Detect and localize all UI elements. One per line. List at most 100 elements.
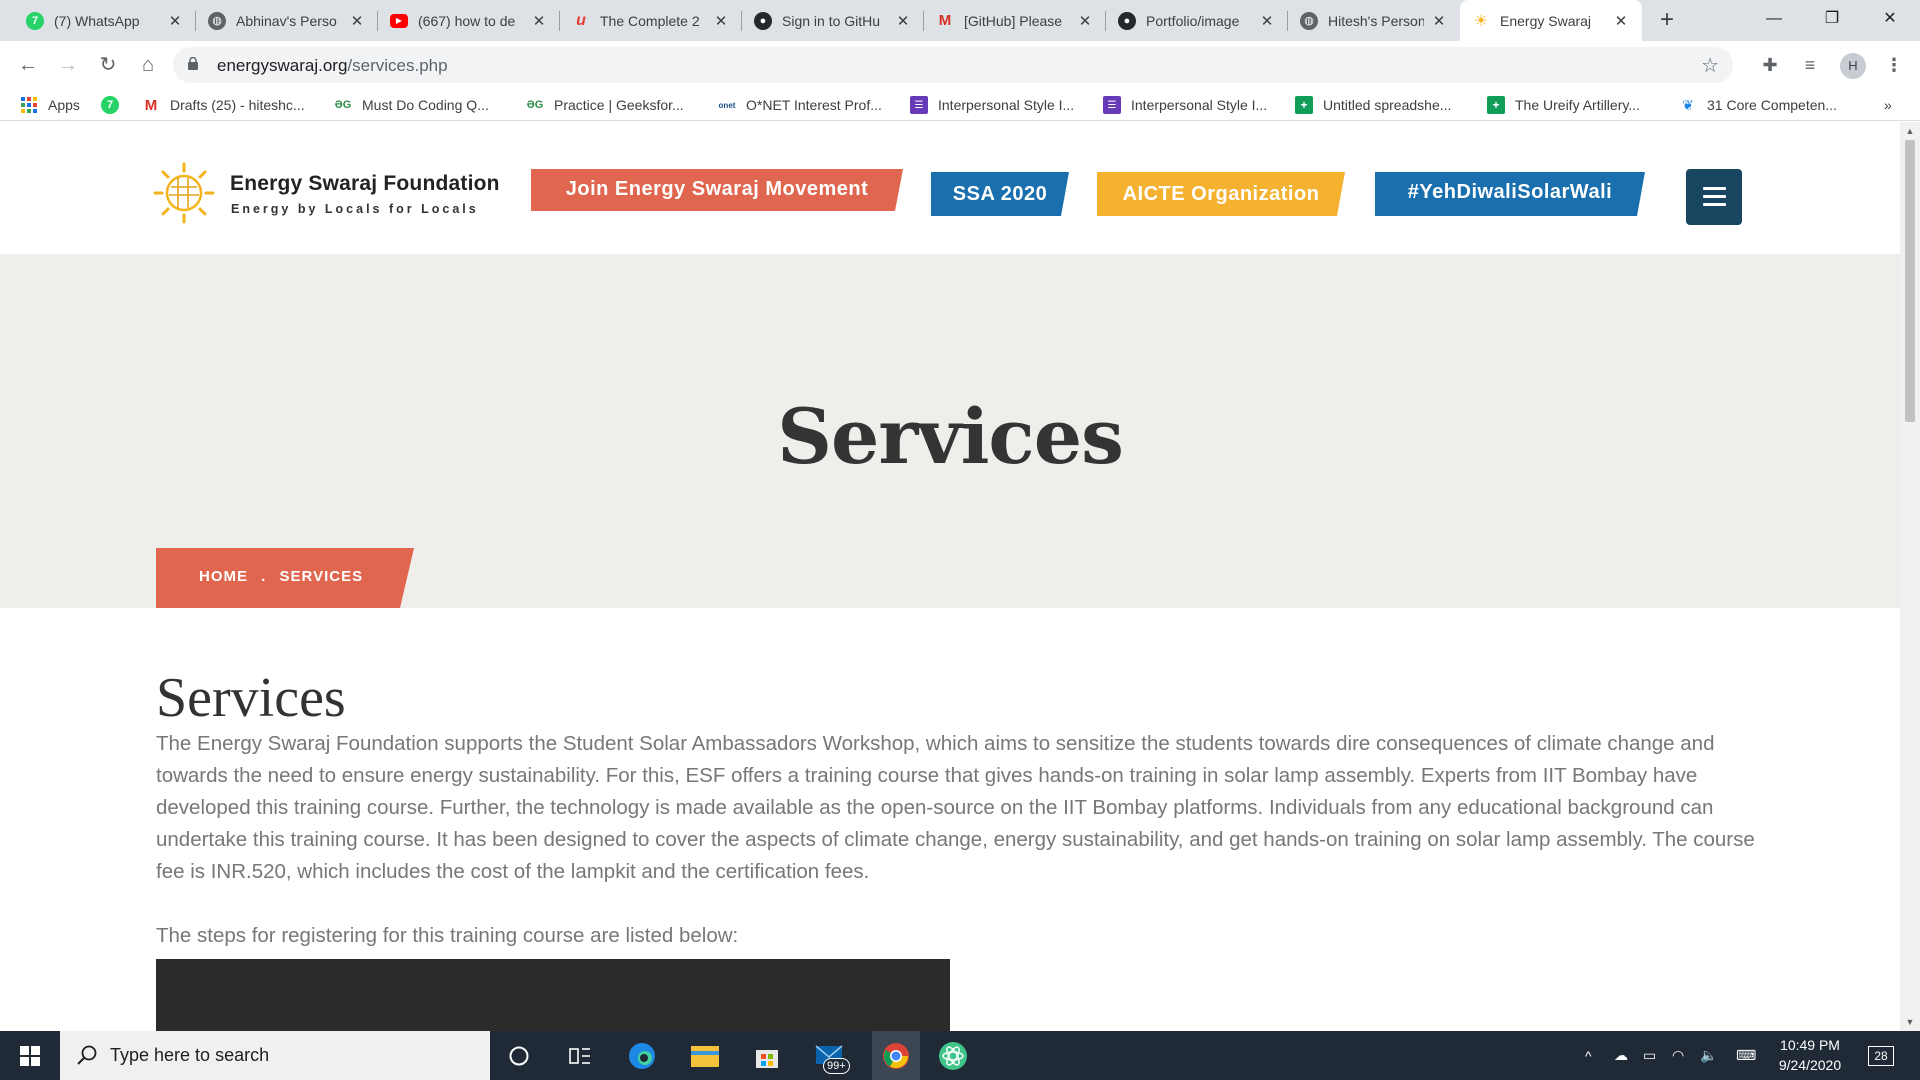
steps-intro: The steps for registering for this train… [156,924,739,947]
close-icon[interactable]: ✕ [530,12,548,30]
bookmark-drafts[interactable]: M Drafts (25) - hiteshc... [142,95,305,115]
tab-abhinav[interactable]: ◍ Abhinav's Perso ✕ [196,0,378,41]
bookmark-whatsapp[interactable]: 7 [101,95,129,115]
udemy-icon: u [576,11,586,29]
join-movement-button[interactable]: Join Energy Swaraj Movement [531,169,903,211]
task-view-icon[interactable] [562,1038,598,1074]
menu-kebab-icon[interactable]: ⋮ [1880,51,1908,79]
logo-tagline: Energy by Locals for Locals [231,202,479,216]
mail-icon[interactable]: 99+ [811,1038,850,1074]
onet-icon: onet [718,100,736,110]
chrome-taskbar-icon[interactable] [872,1031,920,1080]
onedrive-icon[interactable]: ☁ [1614,1031,1628,1080]
minimize-button[interactable]: — [1745,0,1803,41]
profile-avatar[interactable]: H [1840,53,1866,79]
close-icon[interactable]: ✕ [1076,12,1094,30]
close-icon[interactable]: ✕ [1612,12,1630,30]
page-scrollbar[interactable]: ▲ ▼ [1900,122,1920,1031]
breadcrumb-home-link[interactable]: HOME [199,568,248,585]
microsoft-store-icon[interactable] [749,1038,785,1074]
volume-icon[interactable]: 🔈 [1700,1031,1717,1080]
ssa-2020-button[interactable]: SSA 2020 [931,172,1069,216]
github-icon: ● [754,11,772,30]
media-control-icon[interactable]: ≡ [1796,51,1824,79]
taskbar-clock[interactable]: 10:49 PM 9/24/2020 [1760,1035,1860,1075]
windows-taskbar: Type here to search 99+ ^ ☁ ▭ ◠ 🔈 ⌨ 10:4… [0,1031,1920,1080]
yeh-diwali-solar-wali-button[interactable]: #YehDiwaliSolarWali [1375,172,1645,216]
tab-youtube[interactable]: ▶ (667) how to de ✕ [378,0,560,41]
hamburger-menu-icon[interactable] [1686,169,1742,225]
tab-title: Portfolio/image [1146,12,1240,29]
tab-portfolio[interactable]: ● Portfolio/image ✕ [1106,0,1288,41]
services-content: Services The Energy Swaraj Foundation su… [156,668,1756,952]
breadcrumb-separator: . [261,568,267,585]
bookmark-core-competencies[interactable]: ❦ 31 Core Competen... [1679,95,1837,115]
breadcrumb-current: SERVICES [279,568,364,585]
extensions-icon[interactable]: ✚ [1756,51,1784,79]
close-window-button[interactable]: ✕ [1861,0,1919,41]
tab-energy-swaraj[interactable]: ☀ Energy Swaraj ✕ [1460,0,1642,41]
bookmark-must-do-coding[interactable]: ƏG Must Do Coding Q... [334,95,489,115]
edge-browser-icon[interactable] [624,1038,660,1074]
aicte-organization-button[interactable]: AICTE Organization [1097,172,1345,216]
bookmark-practice-gfg[interactable]: ƏG Practice | Geeksfor... [526,95,684,115]
atom-editor-icon[interactable] [935,1038,971,1074]
close-icon[interactable]: ✕ [348,12,366,30]
bookmark-apps[interactable]: Apps [20,95,80,115]
reload-icon[interactable]: ↻ [94,51,122,79]
more-bookmarks-button[interactable]: » [1884,95,1892,115]
tab-title: Sign in to GitHu [782,12,881,29]
show-hidden-icons[interactable]: ^ [1585,1031,1592,1080]
bookmark-ureify[interactable]: + The Ureify Artillery... [1487,95,1640,115]
back-icon[interactable]: ← [14,51,42,79]
windows-start-icon[interactable] [12,1038,48,1074]
tab-udemy[interactable]: u The Complete 2 ✕ [560,0,742,41]
address-bar[interactable]: energyswaraj.org/services.php ☆ [173,47,1733,83]
tab-gmail-github[interactable]: M [GitHub] Please ✕ [924,0,1106,41]
whatsapp-icon: 7 [101,96,119,114]
bookmarks-bar: Apps 7 M Drafts (25) - hiteshc... ƏG Mus… [0,89,1920,121]
tab-title: Abhinav's Perso [236,12,337,29]
tab-github-signin[interactable]: ● Sign in to GitHu ✕ [742,0,924,41]
scroll-down-icon[interactable]: ▼ [1900,1017,1920,1027]
restore-button[interactable]: ❐ [1803,0,1861,41]
battery-icon[interactable]: ▭ [1643,1031,1656,1080]
scroll-up-icon[interactable]: ▲ [1900,126,1920,136]
tab-hitesh[interactable]: ◍ Hitesh's Person ✕ [1288,0,1460,41]
lock-icon [188,57,198,70]
notification-center-icon[interactable]: 28 [1868,1031,1894,1080]
bookmark-interpersonal-1[interactable]: ☰ Interpersonal Style I... [910,95,1074,115]
mail-badge: 99+ [823,1058,850,1074]
search-icon [77,1045,97,1065]
bookmark-onet[interactable]: onet O*NET Interest Prof... [718,95,882,115]
close-icon[interactable]: ✕ [1258,12,1276,30]
close-icon[interactable]: ✕ [712,12,730,30]
youtube-icon: ▶ [390,13,408,28]
tab-whatsapp[interactable]: 7 (7) WhatsApp ✕ [14,0,196,41]
bookmark-untitled-spreadsheet[interactable]: + Untitled spreadshe... [1295,95,1451,115]
logo-name[interactable]: Energy Swaraj Foundation [230,172,500,196]
taskbar-search-box[interactable]: Type here to search [60,1031,490,1080]
tab-strip: 7 (7) WhatsApp ✕ ◍ Abhinav's Perso ✕ ▶ (… [0,0,1920,41]
forward-icon[interactable]: → [54,51,82,79]
hero-title: Services [777,392,1124,481]
keyboard-icon[interactable]: ⌨ [1736,1031,1756,1080]
url-text: energyswaraj.org/services.php [217,56,448,75]
home-icon[interactable]: ⌂ [134,51,162,79]
web-page: Energy Swaraj Foundation Energy by Local… [0,122,1900,1031]
cortana-icon[interactable] [501,1038,537,1074]
new-tab-button[interactable]: + [1653,6,1681,34]
bookmark-interpersonal-2[interactable]: ☰ Interpersonal Style I... [1103,95,1267,115]
close-icon[interactable]: ✕ [894,12,912,30]
embedded-video[interactable] [156,959,950,1031]
scrollbar-thumb[interactable] [1905,140,1915,422]
clock-date: 9/24/2020 [1778,1057,1842,1073]
site-header: Energy Swaraj Foundation Energy by Local… [0,122,1900,254]
browser-toolbar: ← → ↻ ⌂ energyswaraj.org/services.php ☆ … [0,41,1920,89]
wifi-icon[interactable]: ◠ [1672,1031,1684,1080]
close-icon[interactable]: ✕ [1430,12,1448,30]
close-icon[interactable]: ✕ [166,12,184,30]
bookmark-star-icon[interactable]: ☆ [1701,53,1719,78]
energy-swaraj-logo-icon[interactable] [153,162,215,224]
file-explorer-icon[interactable] [687,1038,723,1074]
